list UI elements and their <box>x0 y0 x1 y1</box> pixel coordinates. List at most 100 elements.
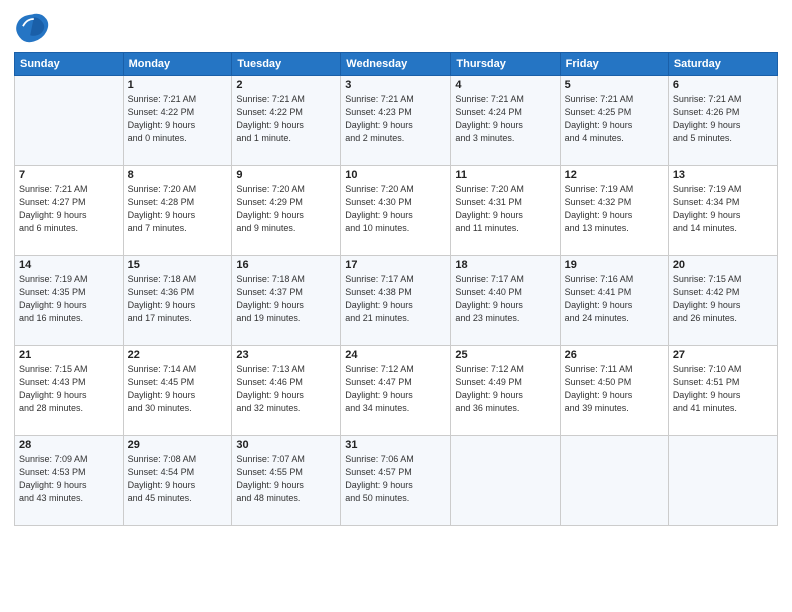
calendar-cell: 27 Sunrise: 7:10 AM Sunset: 4:51 PM Dayli… <box>668 346 777 436</box>
day-info: Sunrise: 7:20 AM Sunset: 4:31 PM Dayligh… <box>455 183 555 235</box>
day-info: Sunrise: 7:15 AM Sunset: 4:43 PM Dayligh… <box>19 363 119 415</box>
calendar-cell: 29 Sunrise: 7:08 AM Sunset: 4:54 PM Dayli… <box>123 436 232 526</box>
calendar-cell: 3 Sunrise: 7:21 AM Sunset: 4:23 PM Daylig… <box>341 76 451 166</box>
weekday-monday: Monday <box>123 53 232 76</box>
calendar-cell: 13 Sunrise: 7:19 AM Sunset: 4:34 PM Dayli… <box>668 166 777 256</box>
day-info: Sunrise: 7:06 AM Sunset: 4:57 PM Dayligh… <box>345 453 446 505</box>
day-number: 8 <box>128 169 228 181</box>
day-info: Sunrise: 7:12 AM Sunset: 4:47 PM Dayligh… <box>345 363 446 415</box>
day-number: 27 <box>673 349 773 361</box>
calendar-cell: 4Sunrise: 7:21 AM Sunset: 4:24 PM Daylig… <box>451 76 560 166</box>
day-number: 7 <box>19 169 119 181</box>
day-info: Sunrise: 7:21 AM Sunset: 4:26 PM Dayligh… <box>673 93 773 145</box>
calendar-cell: 24Sunrise: 7:12 AM Sunset: 4:47 PM Dayli… <box>341 346 451 436</box>
calendar-cell: 7 Sunrise: 7:21 AM Sunset: 4:27 PM Daylig… <box>15 166 124 256</box>
day-number: 17 <box>345 259 446 271</box>
weekday-wednesday: Wednesday <box>341 53 451 76</box>
day-info: Sunrise: 7:20 AM Sunset: 4:28 PM Dayligh… <box>128 183 228 235</box>
day-number: 29 <box>128 439 228 451</box>
day-number: 3 <box>345 79 446 91</box>
calendar-cell: 30 Sunrise: 7:07 AM Sunset: 4:55 PM Dayli… <box>232 436 341 526</box>
calendar-cell: 19 Sunrise: 7:16 AM Sunset: 4:41 PM Dayli… <box>560 256 668 346</box>
day-info: Sunrise: 7:07 AM Sunset: 4:55 PM Dayligh… <box>236 453 336 505</box>
calendar-cell <box>668 436 777 526</box>
calendar-cell <box>560 436 668 526</box>
day-number: 10 <box>345 169 446 181</box>
calendar-cell: 16 Sunrise: 7:18 AM Sunset: 4:37 PM Dayli… <box>232 256 341 346</box>
logo <box>14 10 54 46</box>
day-info: Sunrise: 7:18 AM Sunset: 4:37 PM Dayligh… <box>236 273 336 325</box>
day-info: Sunrise: 7:09 AM Sunset: 4:53 PM Dayligh… <box>19 453 119 505</box>
day-number: 25 <box>455 349 555 361</box>
day-number: 31 <box>345 439 446 451</box>
day-number: 13 <box>673 169 773 181</box>
calendar-cell <box>15 76 124 166</box>
day-number: 19 <box>565 259 664 271</box>
weekday-sunday: Sunday <box>15 53 124 76</box>
day-info: Sunrise: 7:19 AM Sunset: 4:34 PM Dayligh… <box>673 183 773 235</box>
day-number: 26 <box>565 349 664 361</box>
calendar-cell: 5Sunrise: 7:21 AM Sunset: 4:25 PM Daylig… <box>560 76 668 166</box>
day-info: Sunrise: 7:13 AM Sunset: 4:46 PM Dayligh… <box>236 363 336 415</box>
day-number: 15 <box>128 259 228 271</box>
calendar-week-1: 1Sunrise: 7:21 AM Sunset: 4:22 PM Daylig… <box>15 76 778 166</box>
calendar-week-5: 28 Sunrise: 7:09 AM Sunset: 4:53 PM Dayli… <box>15 436 778 526</box>
logo-icon <box>14 10 50 46</box>
day-info: Sunrise: 7:21 AM Sunset: 4:22 PM Dayligh… <box>128 93 228 145</box>
day-number: 2 <box>236 79 336 91</box>
calendar-cell: 23 Sunrise: 7:13 AM Sunset: 4:46 PM Dayli… <box>232 346 341 436</box>
day-number: 21 <box>19 349 119 361</box>
day-info: Sunrise: 7:20 AM Sunset: 4:30 PM Dayligh… <box>345 183 446 235</box>
day-info: Sunrise: 7:15 AM Sunset: 4:42 PM Dayligh… <box>673 273 773 325</box>
day-number: 23 <box>236 349 336 361</box>
day-number: 30 <box>236 439 336 451</box>
day-info: Sunrise: 7:12 AM Sunset: 4:49 PM Dayligh… <box>455 363 555 415</box>
day-number: 16 <box>236 259 336 271</box>
calendar-week-4: 21 Sunrise: 7:15 AM Sunset: 4:43 PM Dayli… <box>15 346 778 436</box>
day-number: 9 <box>236 169 336 181</box>
day-number: 14 <box>19 259 119 271</box>
day-number: 6 <box>673 79 773 91</box>
weekday-thursday: Thursday <box>451 53 560 76</box>
day-number: 28 <box>19 439 119 451</box>
day-info: Sunrise: 7:21 AM Sunset: 4:27 PM Dayligh… <box>19 183 119 235</box>
calendar-cell: 6 Sunrise: 7:21 AM Sunset: 4:26 PM Daylig… <box>668 76 777 166</box>
day-info: Sunrise: 7:10 AM Sunset: 4:51 PM Dayligh… <box>673 363 773 415</box>
day-info: Sunrise: 7:20 AM Sunset: 4:29 PM Dayligh… <box>236 183 336 235</box>
calendar-cell: 18Sunrise: 7:17 AM Sunset: 4:40 PM Dayli… <box>451 256 560 346</box>
calendar-week-2: 7 Sunrise: 7:21 AM Sunset: 4:27 PM Daylig… <box>15 166 778 256</box>
calendar-cell: 26 Sunrise: 7:11 AM Sunset: 4:50 PM Dayli… <box>560 346 668 436</box>
calendar-table: SundayMondayTuesdayWednesdayThursdayFrid… <box>14 52 778 526</box>
day-info: Sunrise: 7:14 AM Sunset: 4:45 PM Dayligh… <box>128 363 228 415</box>
calendar-cell: 22 Sunrise: 7:14 AM Sunset: 4:45 PM Dayli… <box>123 346 232 436</box>
calendar-cell: 2 Sunrise: 7:21 AM Sunset: 4:22 PM Daylig… <box>232 76 341 166</box>
calendar-cell: 11 Sunrise: 7:20 AM Sunset: 4:31 PM Dayli… <box>451 166 560 256</box>
weekday-saturday: Saturday <box>668 53 777 76</box>
header <box>14 10 778 46</box>
calendar-cell: 20 Sunrise: 7:15 AM Sunset: 4:42 PM Dayli… <box>668 256 777 346</box>
day-info: Sunrise: 7:21 AM Sunset: 4:23 PM Dayligh… <box>345 93 446 145</box>
day-info: Sunrise: 7:11 AM Sunset: 4:50 PM Dayligh… <box>565 363 664 415</box>
calendar-cell: 28 Sunrise: 7:09 AM Sunset: 4:53 PM Dayli… <box>15 436 124 526</box>
calendar-cell: 31 Sunrise: 7:06 AM Sunset: 4:57 PM Dayli… <box>341 436 451 526</box>
day-info: Sunrise: 7:16 AM Sunset: 4:41 PM Dayligh… <box>565 273 664 325</box>
day-number: 20 <box>673 259 773 271</box>
calendar-cell <box>451 436 560 526</box>
calendar-cell: 14 Sunrise: 7:19 AM Sunset: 4:35 PM Dayli… <box>15 256 124 346</box>
day-info: Sunrise: 7:21 AM Sunset: 4:22 PM Dayligh… <box>236 93 336 145</box>
day-number: 4 <box>455 79 555 91</box>
day-info: Sunrise: 7:21 AM Sunset: 4:25 PM Dayligh… <box>565 93 664 145</box>
day-number: 12 <box>565 169 664 181</box>
day-info: Sunrise: 7:17 AM Sunset: 4:38 PM Dayligh… <box>345 273 446 325</box>
day-number: 22 <box>128 349 228 361</box>
weekday-header-row: SundayMondayTuesdayWednesdayThursdayFrid… <box>15 53 778 76</box>
calendar-cell: 25 Sunrise: 7:12 AM Sunset: 4:49 PM Dayli… <box>451 346 560 436</box>
calendar-cell: 9 Sunrise: 7:20 AM Sunset: 4:29 PM Daylig… <box>232 166 341 256</box>
calendar-cell: 15 Sunrise: 7:18 AM Sunset: 4:36 PM Dayli… <box>123 256 232 346</box>
day-number: 11 <box>455 169 555 181</box>
day-info: Sunrise: 7:19 AM Sunset: 4:35 PM Dayligh… <box>19 273 119 325</box>
day-info: Sunrise: 7:18 AM Sunset: 4:36 PM Dayligh… <box>128 273 228 325</box>
calendar-cell: 1Sunrise: 7:21 AM Sunset: 4:22 PM Daylig… <box>123 76 232 166</box>
day-info: Sunrise: 7:08 AM Sunset: 4:54 PM Dayligh… <box>128 453 228 505</box>
calendar-cell: 10 Sunrise: 7:20 AM Sunset: 4:30 PM Dayli… <box>341 166 451 256</box>
